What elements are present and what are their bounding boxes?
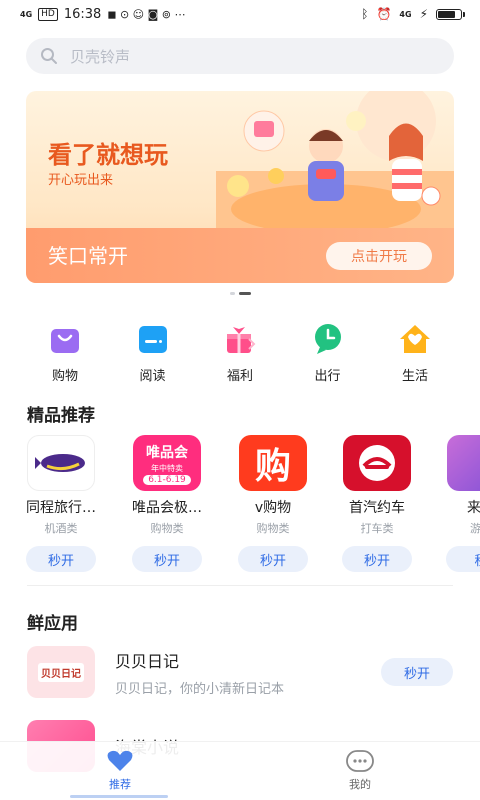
vshopping-app-icon: 购	[239, 435, 307, 491]
category-label: 购物	[51, 369, 78, 384]
laiqie-app-icon	[447, 435, 480, 491]
category-travel[interactable]: 出行	[285, 323, 371, 384]
banner-title: 看了就想玩	[48, 141, 168, 169]
open-button[interactable]: 秒开	[342, 546, 412, 572]
battery-icon	[436, 8, 465, 20]
category-label: 阅读	[139, 369, 166, 384]
gift-icon	[227, 327, 256, 353]
profile-icon	[346, 750, 374, 772]
signal-label: 4G	[399, 9, 412, 19]
category-life[interactable]: 生活	[372, 323, 458, 384]
carousel-indicator	[0, 292, 480, 295]
category-welfare[interactable]: 福利	[197, 323, 283, 384]
banner-illustration	[216, 91, 454, 228]
tab-indicator	[70, 795, 168, 798]
carousel-dot	[229, 292, 235, 295]
tab-recommend[interactable]: 推荐	[0, 742, 240, 800]
beibei-icon-text: 贝贝日记	[38, 662, 84, 682]
app-name: 来切	[467, 500, 480, 516]
app-name: 首汽约车	[349, 500, 405, 516]
vip-icon-text: 唯品会	[146, 444, 188, 461]
open-button[interactable]: 秒开	[381, 658, 453, 686]
category-label: 福利	[226, 369, 253, 384]
featured-app-vshopping[interactable]: 购 v购物 购物类 秒开	[220, 435, 326, 572]
app-category: 购物类	[256, 522, 290, 535]
featured-app-laiqie[interactable]: 来切 游戏 秒	[440, 435, 480, 572]
location-pin-icon	[314, 324, 341, 354]
category-row: 购物 阅读 福利 出行 生活	[22, 323, 458, 384]
status-bar: 4G HD 16:38 ◼ ⊙ ☺ ◙ ⊚ ⋯ ᛒ ⏰ 4G ⚡	[0, 0, 480, 28]
featured-app-clip: 来切 游戏 秒	[440, 435, 480, 575]
vshopping-icon-text: 购	[254, 446, 291, 487]
tab-label: 我的	[349, 778, 371, 791]
open-button[interactable]: 秒开	[26, 546, 96, 572]
promo-banner[interactable]: 看了就想玩 开心玩出来 笑口常开 点击开玩	[26, 91, 454, 283]
signal-icon: ⚡	[419, 7, 428, 21]
fresh-app-beibei[interactable]: 贝贝日记 贝贝日记 贝贝日记，你的小清新日记本 秒开	[27, 646, 453, 698]
fresh-section-title: 鲜应用	[27, 614, 78, 634]
search-placeholder: 贝壳铃声	[70, 47, 131, 66]
carousel-dot-active	[238, 292, 251, 295]
app-description: 贝贝日记，你的小清新日记本	[115, 681, 285, 697]
app-name: 唯品会极…	[132, 500, 202, 516]
section-divider	[27, 585, 453, 586]
house-icon	[400, 325, 430, 353]
tab-label: 推荐	[109, 778, 131, 791]
featured-app-list: 同程旅行… 机酒类 秒开 唯品会 年中特卖 6.1-6.19 唯品会极… 购物类…	[0, 435, 480, 575]
app-category: 购物类	[150, 522, 184, 535]
app-name: v购物	[254, 500, 292, 516]
banner-caption: 笑口常开	[48, 244, 128, 268]
banner-cta-button[interactable]: 点击开玩	[326, 242, 432, 270]
search-icon	[41, 48, 57, 64]
bottom-tab-bar: 推荐 我的	[0, 741, 480, 800]
category-label: 生活	[401, 369, 428, 384]
app-name: 同程旅行…	[26, 500, 96, 516]
shopping-bag-icon	[51, 329, 79, 353]
app-name: 贝贝日记	[115, 651, 180, 671]
open-button[interactable]: 秒开	[238, 546, 308, 572]
app-category: 打车类	[360, 522, 394, 535]
featured-app-shouqi[interactable]: 首汽约车 打车类 秒开	[324, 435, 430, 572]
bluetooth-icon: ᛒ	[361, 7, 369, 21]
tab-mine[interactable]: 我的	[240, 742, 480, 800]
app-category: 机酒类	[44, 522, 78, 535]
app-category: 游戏	[470, 522, 480, 535]
search-bar[interactable]: 贝壳铃声	[26, 38, 454, 74]
beibei-diary-app-icon: 贝贝日记	[27, 646, 95, 698]
alarm-icon: ⏰	[376, 7, 392, 21]
shouqi-app-icon	[343, 435, 411, 491]
notification-icons: ◼ ⊙ ☺ ◙ ⊚ ⋯	[107, 7, 186, 21]
network-indicator: 4G	[20, 9, 33, 19]
vip-icon-sub: 年中特卖	[151, 463, 183, 473]
vip-app-icon: 唯品会 年中特卖 6.1-6.19	[133, 435, 201, 491]
featured-section-title: 精品推荐	[27, 406, 95, 426]
clock: 16:38	[63, 6, 102, 22]
featured-app-tongcheng[interactable]: 同程旅行… 机酒类 秒开	[8, 435, 114, 572]
open-button[interactable]: 秒开	[132, 546, 202, 572]
heart-icon	[107, 750, 133, 771]
category-shopping[interactable]: 购物	[22, 323, 108, 384]
featured-app-vip[interactable]: 唯品会 年中特卖 6.1-6.19 唯品会极… 购物类 秒开	[114, 435, 220, 572]
hd-badge: HD	[38, 7, 58, 21]
tongcheng-app-icon	[27, 435, 95, 491]
open-button[interactable]: 秒	[446, 546, 480, 572]
banner-subtitle: 开心玩出来	[48, 173, 114, 188]
book-icon	[138, 326, 167, 353]
category-label: 出行	[314, 369, 341, 384]
category-reading[interactable]: 阅读	[110, 323, 196, 384]
vip-icon-date: 6.1-6.19	[143, 474, 191, 485]
